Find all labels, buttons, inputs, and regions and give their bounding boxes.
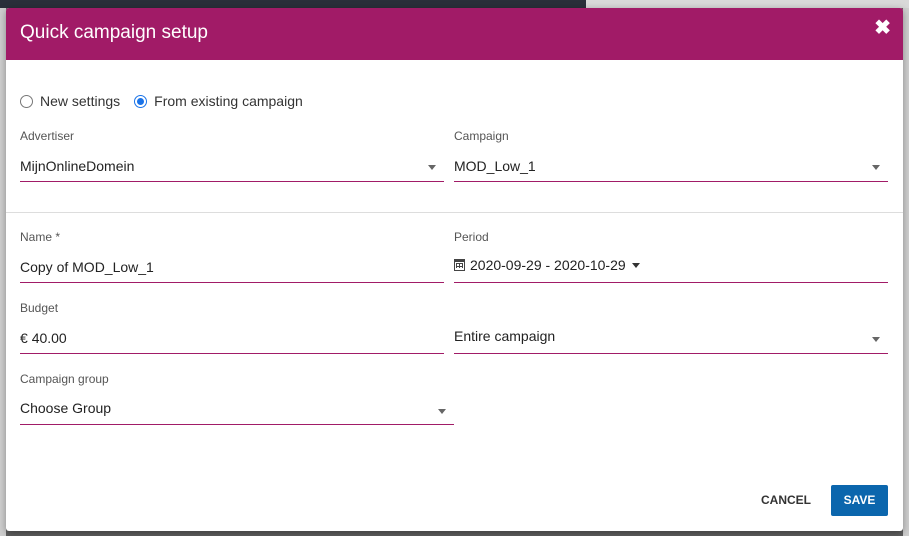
radio-new-settings[interactable]: New settings <box>20 93 120 109</box>
advertiser-field: Advertiser MijnOnlineDomein <box>20 129 444 183</box>
radio-new-settings-label: New settings <box>40 93 121 109</box>
name-input[interactable]: Copy of MOD_Low_1 <box>20 252 444 283</box>
radio-new-settings-circle[interactable] <box>20 94 33 108</box>
chevron-down-icon <box>438 409 446 414</box>
budget-scope-select[interactable]: Entire campaign <box>454 323 888 354</box>
period-display[interactable]: 2020-09-29 - 2020-10-29 <box>454 257 640 273</box>
name-value: Copy of MOD_Low_1 <box>20 259 154 275</box>
chevron-down-icon <box>872 337 880 342</box>
chevron-down-icon <box>631 263 640 268</box>
campaign-group-value: Choose Group <box>20 400 112 416</box>
advertiser-select[interactable]: MijnOnlineDomein <box>20 151 444 182</box>
budget-label: Budget <box>20 301 59 315</box>
close-icon[interactable]: ✖ <box>874 18 891 38</box>
dialog-title: Quick campaign setup <box>20 22 208 43</box>
advertiser-value: MijnOnlineDomein <box>20 158 135 174</box>
advertiser-label: Advertiser <box>20 129 75 143</box>
name-label: Name * <box>20 230 61 244</box>
budget-field: Budget € 40.00 <box>20 301 444 355</box>
underlying-search-field <box>586 0 909 8</box>
campaign-value: MOD_Low_1 <box>454 158 536 174</box>
campaign-group-select[interactable]: Choose Group <box>20 394 454 425</box>
chevron-down-icon <box>872 165 880 170</box>
radio-from-existing-campaign[interactable]: From existing campaign <box>134 93 303 109</box>
section-divider <box>6 212 903 213</box>
budget-input[interactable]: € 40.00 <box>20 323 444 354</box>
budget-scope-field: Entire campaign <box>454 301 888 355</box>
quick-campaign-setup-dialog: Quick campaign setup ✖ New settings From… <box>6 8 903 531</box>
campaign-group-label: Campaign group <box>20 372 109 386</box>
period-value: 2020-09-29 - 2020-10-29 <box>470 257 626 273</box>
campaign-select[interactable]: MOD_Low_1 <box>454 151 888 182</box>
chevron-down-icon <box>428 165 436 170</box>
cancel-button[interactable]: CANCEL <box>754 485 818 515</box>
save-button[interactable]: SAVE <box>831 485 888 516</box>
campaign-label: Campaign <box>454 129 509 143</box>
budget-value: 40.00 <box>31 330 67 346</box>
radio-from-existing-campaign-circle[interactable] <box>134 94 148 108</box>
name-field: Name * Copy of MOD_Low_1 <box>20 230 444 284</box>
setup-mode-radio-group: New settings From existing campaign <box>20 93 317 109</box>
underlying-page-right <box>903 8 909 536</box>
period-field: Period 2020-09-29 - 2020-10-29 <box>454 230 888 284</box>
budget-scope-value: Entire campaign <box>454 328 556 344</box>
calendar-icon <box>454 259 465 271</box>
campaign-group-field: Campaign group Choose Group <box>20 372 454 426</box>
dialog-header: Quick campaign setup ✖ <box>6 8 903 60</box>
period-date-range-picker[interactable]: 2020-09-29 - 2020-10-29 <box>454 252 888 283</box>
period-label: Period <box>454 230 489 244</box>
budget-amount: € 40.00 <box>20 330 67 346</box>
campaign-field: Campaign MOD_Low_1 <box>454 129 888 183</box>
currency-symbol: € <box>20 330 28 346</box>
radio-from-existing-campaign-label: From existing campaign <box>154 93 303 109</box>
